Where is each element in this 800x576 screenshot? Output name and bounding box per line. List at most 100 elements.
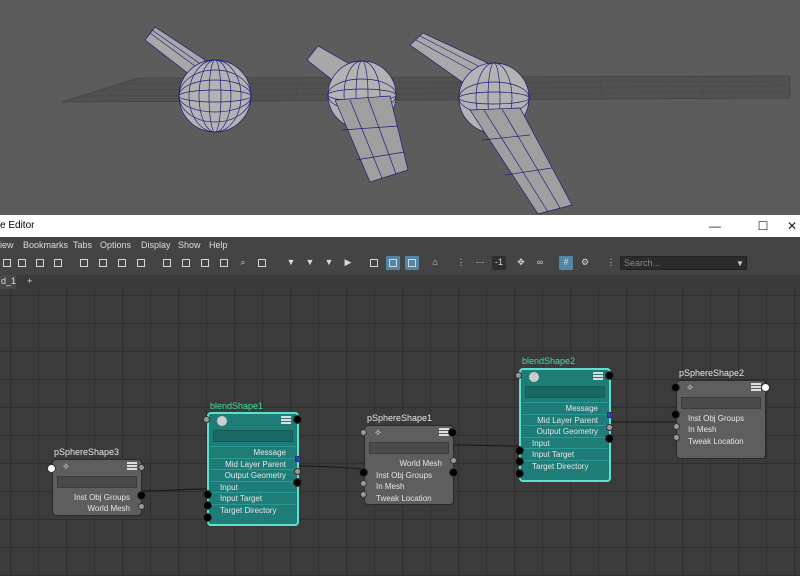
port-output[interactable] [448,428,457,437]
attr-inst-obj-groups[interactable]: Inst Obj Groups [366,470,452,481]
add-selected-icon[interactable]: ▼ [303,256,317,270]
port-mid-layer-parent[interactable] [606,424,613,431]
attr-message[interactable]: Message [522,402,608,413]
attr-target-directory[interactable]: Target Directory [522,460,608,471]
graphics-icon[interactable]: ⚙ [578,256,592,270]
node-graph-canvas[interactable]: pSphereShape3 ⟡ Inst Obj Groups World Me… [0,289,800,576]
port-in-mesh[interactable] [360,480,367,487]
port-output[interactable] [138,464,145,471]
port-inst-obj-groups-in[interactable] [671,410,680,419]
port-input[interactable] [360,429,367,436]
connected-mode-icon[interactable] [179,256,193,270]
port-world-mesh[interactable] [450,457,457,464]
attr-tweak-location[interactable]: Tweak Location [678,436,764,447]
show-transforms-icon[interactable] [405,256,419,270]
port-output-geometry[interactable] [605,434,614,443]
menu-display[interactable]: Display [141,240,171,250]
frame-all-icon[interactable] [77,256,91,270]
port-tweak-location[interactable] [673,434,680,441]
port-input-in[interactable] [203,490,212,499]
attr-message[interactable]: Message [210,446,296,457]
attr-mid-layer-parent[interactable]: Mid Layer Parent [210,458,296,469]
attr-input[interactable]: Input [522,437,608,448]
graph-icon[interactable]: ▶ [341,256,355,270]
frame-selection-icon[interactable] [96,256,110,270]
attr-inst-obj-groups[interactable]: Inst Obj Groups [678,413,764,424]
expand-icon[interactable]: ✥ [514,256,528,270]
port-inst-obj-groups-in[interactable] [359,468,368,477]
full-mode-icon[interactable] [198,256,212,270]
port-input-target-in[interactable] [515,457,524,466]
port-input[interactable] [47,464,56,473]
port-mid-layer-parent[interactable] [294,468,301,475]
port-output-geometry[interactable] [293,478,302,487]
menu-help[interactable]: Help [209,240,228,250]
pin-icon[interactable]: ▼ [284,256,298,270]
node-name-field[interactable] [213,430,293,442]
node-menu-icon[interactable] [751,383,761,391]
search-dropdown-icon[interactable]: ▼ [736,259,744,268]
toggle-swatches-icon[interactable] [255,256,269,270]
menu-view[interactable]: iew [0,240,14,250]
port-message[interactable] [295,456,301,462]
search-icon[interactable]: ⌕ [236,256,250,270]
attr-world-mesh[interactable]: World Mesh [54,503,140,514]
port-message[interactable] [607,412,613,418]
attr-in-mesh[interactable]: In Mesh [366,481,452,492]
counter-field[interactable]: -1 [492,256,506,270]
attr-input-target[interactable]: Input Target [522,448,608,459]
port-tweak-location[interactable] [360,491,367,498]
port-in-mesh[interactable] [673,423,680,430]
port-input[interactable] [203,416,210,423]
port-input[interactable] [515,372,522,379]
attr-input-target[interactable]: Input Target [210,492,296,503]
attr-in-mesh[interactable]: In Mesh [678,424,764,435]
maximize-button[interactable]: ☐ [748,217,778,235]
attr-mid-layer-parent[interactable]: Mid Layer Parent [522,414,608,425]
node-name-field[interactable] [681,397,761,409]
overflow-icon[interactable]: ⋮ [604,256,618,270]
relayout-icon[interactable] [134,256,148,270]
port-output[interactable] [605,371,614,380]
node-psphereshape2[interactable]: ⟡ Inst Obj Groups In Mesh Tweak Location [676,380,766,459]
io-connections-icon[interactable] [33,256,47,270]
close-button[interactable]: ✕ [784,217,800,235]
node-blendshape1[interactable]: Message Mid Layer Parent Output Geometry… [207,412,299,526]
attr-output-geometry[interactable]: Output Geometry [210,469,296,480]
output-connections-icon[interactable] [15,256,29,270]
menu-show[interactable]: Show [178,240,201,250]
search-input[interactable]: Search... [620,256,747,270]
attr-inst-obj-groups[interactable]: Inst Obj Groups [54,492,140,503]
node-psphereshape3[interactable]: ⟡ Inst Obj Groups World Mesh [52,459,142,516]
show-attributes-icon[interactable] [367,256,381,270]
tab-untitled[interactable]: d_1 [0,275,16,289]
simple-mode-icon[interactable] [160,256,174,270]
node-menu-icon[interactable] [281,416,291,424]
port-target-directory-in[interactable] [203,513,212,522]
custom-mode-icon[interactable] [217,256,231,270]
menu-bookmarks[interactable]: Bookmarks [23,240,68,250]
clear-graph-icon[interactable] [51,256,65,270]
port-target-directory-in[interactable] [515,469,524,478]
menu-tabs[interactable]: Tabs [73,240,92,250]
attr-output-geometry[interactable]: Output Geometry [522,425,608,436]
port-world-mesh[interactable] [138,503,145,510]
port-inst-obj-groups[interactable] [449,468,458,477]
grid-snap-icon[interactable]: ⋮ [454,256,468,270]
port-input[interactable] [671,383,680,392]
grid-icon[interactable]: # [559,256,573,270]
input-connections-icon[interactable] [0,256,14,270]
port-input-in[interactable] [515,446,524,455]
lock-icon[interactable]: ⌂ [428,256,442,270]
remove-selected-icon[interactable]: ▼ [322,256,336,270]
menu-options[interactable]: Options [100,240,131,250]
minimize-button[interactable]: — [700,217,730,235]
attr-input[interactable]: Input [210,481,296,492]
attr-target-directory[interactable]: Target Directory [210,504,296,515]
add-tab-button[interactable]: + [27,275,32,288]
node-name-field[interactable] [369,442,449,454]
port-output[interactable] [761,383,770,392]
node-name-field[interactable] [57,476,137,488]
layout-icon[interactable] [115,256,129,270]
link-icon[interactable]: ∞ [533,256,547,270]
